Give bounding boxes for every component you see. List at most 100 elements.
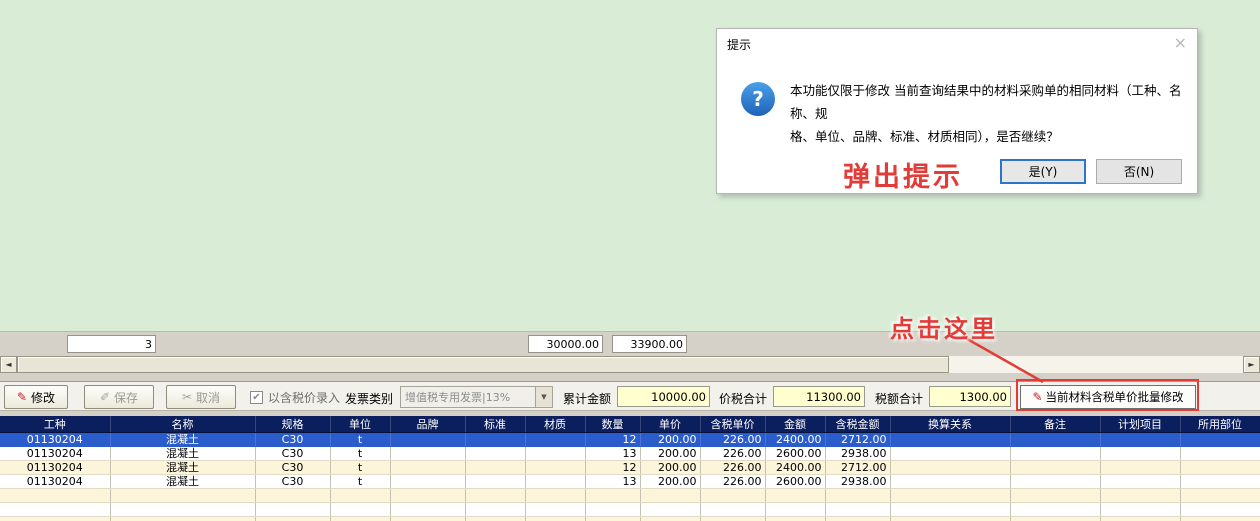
cell: 226.00 xyxy=(700,461,765,475)
table-header-row: 工种名称规格单位品牌标准材质数量单价含税单价金额含税金额换算关系备注计划项目所用… xyxy=(0,416,1260,433)
price-tax-total-field[interactable]: 11300.00 xyxy=(773,386,865,407)
cell xyxy=(0,517,110,521)
column-header[interactable]: 工种 xyxy=(0,416,110,433)
cell xyxy=(465,461,525,475)
cell xyxy=(585,489,640,503)
cell xyxy=(525,447,585,461)
column-header[interactable]: 规格 xyxy=(255,416,330,433)
cell xyxy=(465,503,525,517)
save-button[interactable]: ✐ 保存 xyxy=(84,385,154,409)
cell xyxy=(640,517,700,521)
cell xyxy=(640,489,700,503)
cell xyxy=(110,503,255,517)
cell: 混凝土 xyxy=(110,447,255,461)
cell: C30 xyxy=(255,461,330,475)
cell xyxy=(390,517,465,521)
table-area: 工种名称规格单位品牌标准材质数量单价含税单价金额含税金额换算关系备注计划项目所用… xyxy=(0,416,1260,521)
invoice-type-select[interactable]: 增值税专用发票|13% ▼ xyxy=(400,386,553,408)
cell xyxy=(700,489,765,503)
cell: 2938.00 xyxy=(825,475,890,489)
cell xyxy=(825,517,890,521)
column-header[interactable]: 标准 xyxy=(465,416,525,433)
table-row[interactable]: 01130204混凝土C30t13200.00226.002600.002938… xyxy=(0,447,1260,461)
column-header[interactable]: 名称 xyxy=(110,416,255,433)
scrollbar-thumb[interactable] xyxy=(17,356,949,373)
invoice-type-label: 发票类别 xyxy=(345,390,393,407)
no-button[interactable]: 否(N) xyxy=(1096,159,1182,184)
cell xyxy=(1010,447,1100,461)
summary-taxed-amount-total: 33900.00 xyxy=(612,335,687,353)
save-button-label: 保存 xyxy=(114,389,138,406)
scroll-left-button[interactable]: ◄ xyxy=(0,356,17,373)
cell: 200.00 xyxy=(640,433,700,447)
cell xyxy=(465,447,525,461)
table-row[interactable]: 01130204混凝土C30t13200.00226.002600.002938… xyxy=(0,475,1260,489)
table-row[interactable]: 01130204混凝土C30t12200.00226.002400.002712… xyxy=(0,433,1260,447)
column-header[interactable]: 含税单价 xyxy=(700,416,765,433)
cell: 2712.00 xyxy=(825,461,890,475)
cell: t xyxy=(330,447,390,461)
modify-button[interactable]: ✎ 修改 xyxy=(4,385,68,409)
cell: C30 xyxy=(255,433,330,447)
column-header[interactable]: 单价 xyxy=(640,416,700,433)
cell xyxy=(1180,433,1260,447)
cell xyxy=(110,489,255,503)
column-header[interactable]: 所用部位 xyxy=(1180,416,1260,433)
table-row[interactable]: 01130204混凝土C30t12200.00226.002400.002712… xyxy=(0,461,1260,475)
cell xyxy=(1100,489,1180,503)
dialog-title: 提示 xyxy=(727,36,751,53)
pen-icon: ✎ xyxy=(1032,390,1042,404)
cell xyxy=(525,503,585,517)
cell xyxy=(890,447,1010,461)
invoice-type-value: 增值税专用发票|13% xyxy=(401,389,535,405)
column-header[interactable]: 材质 xyxy=(525,416,585,433)
column-header[interactable]: 含税金额 xyxy=(825,416,890,433)
cell xyxy=(1100,517,1180,521)
empty-row xyxy=(0,517,1260,521)
cell xyxy=(890,461,1010,475)
scroll-right-button[interactable]: ► xyxy=(1243,356,1260,373)
cell xyxy=(390,433,465,447)
cell xyxy=(525,461,585,475)
cell xyxy=(1180,503,1260,517)
accum-amount-label: 累计金额 xyxy=(563,390,611,407)
cell: 200.00 xyxy=(640,447,700,461)
modify-button-label: 修改 xyxy=(31,389,55,406)
cell xyxy=(255,489,330,503)
cell: 2712.00 xyxy=(825,433,890,447)
cell: 2400.00 xyxy=(765,461,825,475)
column-header[interactable]: 数量 xyxy=(585,416,640,433)
cell xyxy=(390,475,465,489)
cell xyxy=(390,461,465,475)
yes-button[interactable]: 是(Y) xyxy=(1000,159,1086,184)
cell xyxy=(585,517,640,521)
cell xyxy=(1010,517,1100,521)
empty-row xyxy=(0,503,1260,517)
cell: C30 xyxy=(255,447,330,461)
cell xyxy=(255,517,330,521)
column-header[interactable]: 备注 xyxy=(1010,416,1100,433)
cell: 2600.00 xyxy=(765,447,825,461)
dialog-titlebar[interactable]: 提示 × xyxy=(717,29,1197,56)
column-header[interactable]: 金额 xyxy=(765,416,825,433)
cell xyxy=(465,517,525,521)
cell: 混凝土 xyxy=(110,475,255,489)
tax-price-entry-checkbox[interactable]: ✔ 以含税价录入 xyxy=(250,389,340,406)
cell xyxy=(640,503,700,517)
cell xyxy=(1180,517,1260,521)
column-header[interactable]: 品牌 xyxy=(390,416,465,433)
tax-total-label: 税额合计 xyxy=(875,390,923,407)
cell xyxy=(890,489,1010,503)
cancel-button[interactable]: ✂ 取消 xyxy=(166,385,236,409)
cell: 01130204 xyxy=(0,461,110,475)
cell xyxy=(1180,475,1260,489)
cell xyxy=(1010,489,1100,503)
accum-amount-field[interactable]: 10000.00 xyxy=(617,386,710,407)
close-icon[interactable]: × xyxy=(1174,33,1187,52)
right-arrow-icon: ► xyxy=(1248,360,1254,369)
column-header[interactable]: 计划项目 xyxy=(1100,416,1180,433)
column-header[interactable]: 单位 xyxy=(330,416,390,433)
cell: 混凝土 xyxy=(110,433,255,447)
cell xyxy=(1180,447,1260,461)
column-header[interactable]: 换算关系 xyxy=(890,416,1010,433)
